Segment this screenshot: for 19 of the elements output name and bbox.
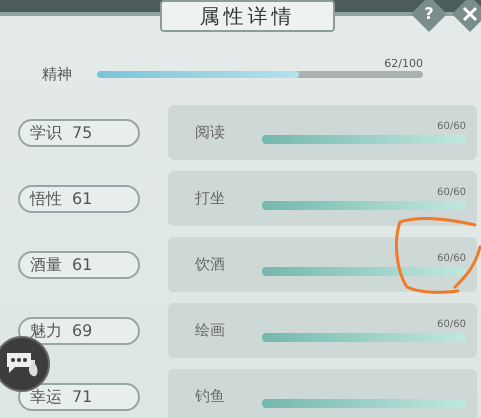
window-title: 属性详情 [160,0,335,32]
skill-label: 饮酒 [195,254,226,276]
skill-label: 绘画 [195,320,226,342]
spirit-reading: 62/100 [384,58,423,69]
attribute-pill: 酒量 61 [18,250,140,278]
skill-label: 阅读 [195,122,226,144]
skill-reading: 60/60 [437,122,466,132]
skill-reading: 60/60 [437,188,466,198]
attribute-pill: 悟性 61 [18,184,140,212]
chat-bubble-icon [5,350,39,378]
close-icon [462,6,478,22]
spirit-label: 精神 [42,67,73,82]
attribute-pill: 学识 75 [18,118,140,146]
skill-label: 打坐 [195,188,226,210]
skill-label: 钓鱼 [195,386,226,408]
skill-reading: 60/60 [437,320,466,330]
skill-reading: 60/60 [437,254,466,264]
attribute-pill: 幸运 71 [18,382,140,410]
attribute-pill: 魅力 69 [18,316,140,344]
